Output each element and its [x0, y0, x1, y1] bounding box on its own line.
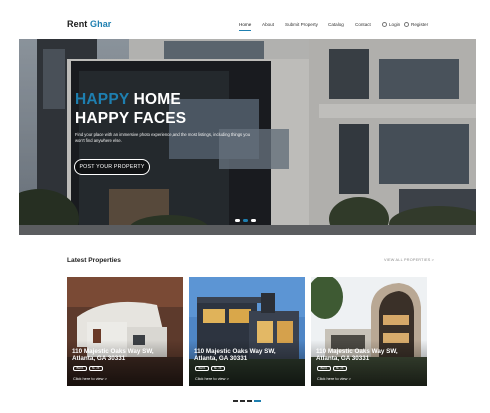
- card-view-link[interactable]: Click here to view >: [195, 376, 229, 381]
- carousel-pager: [233, 400, 261, 403]
- view-all-properties-link[interactable]: VIEW ALL PROPERTIES >: [384, 258, 434, 262]
- hero-title-line2: HAPPY FACES: [75, 110, 187, 127]
- card-address-line1: 110 Majestic Oaks Way SW,: [194, 348, 276, 355]
- card-address-line1: 110 Majestic Oaks Way SW,: [72, 348, 154, 355]
- hero-subtitle: Find your place with an immersive photo …: [75, 132, 251, 143]
- nav-contact[interactable]: Contact: [355, 22, 371, 27]
- card-address-line2: Atlanta, GA 30331: [72, 355, 126, 363]
- bhk-badge: BHK1: [73, 366, 88, 371]
- slider-dot-1[interactable]: [235, 219, 240, 222]
- nav-login[interactable]: Login: [389, 22, 400, 27]
- user-icon: [382, 22, 387, 27]
- card-address-line1: 110 Majestic Oaks Way SW,: [316, 348, 398, 355]
- main-nav: Home About Submit Property Catalog Conta…: [0, 22, 490, 34]
- card-address-line2: Atlanta, GA 30331: [194, 355, 248, 363]
- area-badge: 6k, 2ft: [210, 366, 225, 371]
- pager-dot-2[interactable]: [240, 400, 245, 402]
- card-address: 110 Majestic Oaks Way SW, Atlanta, GA 30…: [194, 348, 304, 363]
- property-card[interactable]: 110 Majestic Oaks Way SW, Atlanta, GA 30…: [189, 277, 305, 386]
- card-badges: BHK1 6k, 2ft: [73, 366, 104, 371]
- slider-dot-3[interactable]: [251, 219, 256, 222]
- nav-catalog[interactable]: Catalog: [328, 22, 344, 27]
- nav-home[interactable]: Home: [239, 22, 252, 31]
- card-address: 110 Majestic Oaks Way SW, Atlanta, GA 30…: [72, 348, 182, 363]
- card-badges: BHK1 6k, 2ft: [195, 366, 226, 371]
- hero-title-highlight: HAPPY: [75, 91, 130, 108]
- site-header: Rent Ghar Home About Submit Property Cat…: [0, 0, 490, 38]
- card-address: 110 Majestic Oaks Way SW, Atlanta, GA 30…: [316, 348, 426, 363]
- post-property-button[interactable]: POST YOUR PROPERTY: [74, 159, 150, 175]
- pager-dot-3[interactable]: [247, 400, 252, 402]
- card-address-line2: Atlanta, GA 30331: [316, 355, 370, 363]
- nav-submit-property[interactable]: Submit Property: [285, 22, 318, 27]
- area-badge: 6k, 2ft: [88, 366, 103, 371]
- bhk-badge: BHK1: [317, 366, 332, 371]
- property-card[interactable]: 110 Majestic Oaks Way SW, Atlanta, GA 30…: [311, 277, 427, 386]
- card-view-link[interactable]: Click here to view >: [73, 376, 107, 381]
- nav-about[interactable]: About: [262, 22, 274, 27]
- card-view-link[interactable]: Click here to view >: [317, 376, 351, 381]
- hero-banner: HAPPY HOME HAPPY FACES Find your place w…: [19, 39, 476, 235]
- pager-dot-1[interactable]: [233, 400, 238, 402]
- slider-dot-2[interactable]: [243, 219, 248, 222]
- user-plus-icon: [404, 22, 409, 27]
- latest-properties-title: Latest Properties: [67, 257, 121, 264]
- property-card[interactable]: 110 Majestic Oaks Way SW, Atlanta, GA 30…: [67, 277, 183, 386]
- pager-dot-4[interactable]: [254, 400, 261, 402]
- hero-title-line1: HAPPY HOME: [75, 91, 181, 109]
- card-badges: BHK1 6k, 2ft: [317, 366, 348, 371]
- area-badge: 6k, 2ft: [332, 366, 347, 371]
- hero-title-home: HOME: [129, 91, 181, 108]
- nav-register[interactable]: Register: [411, 22, 428, 27]
- slider-dots: [235, 219, 261, 223]
- bhk-badge: BHK1: [195, 366, 210, 371]
